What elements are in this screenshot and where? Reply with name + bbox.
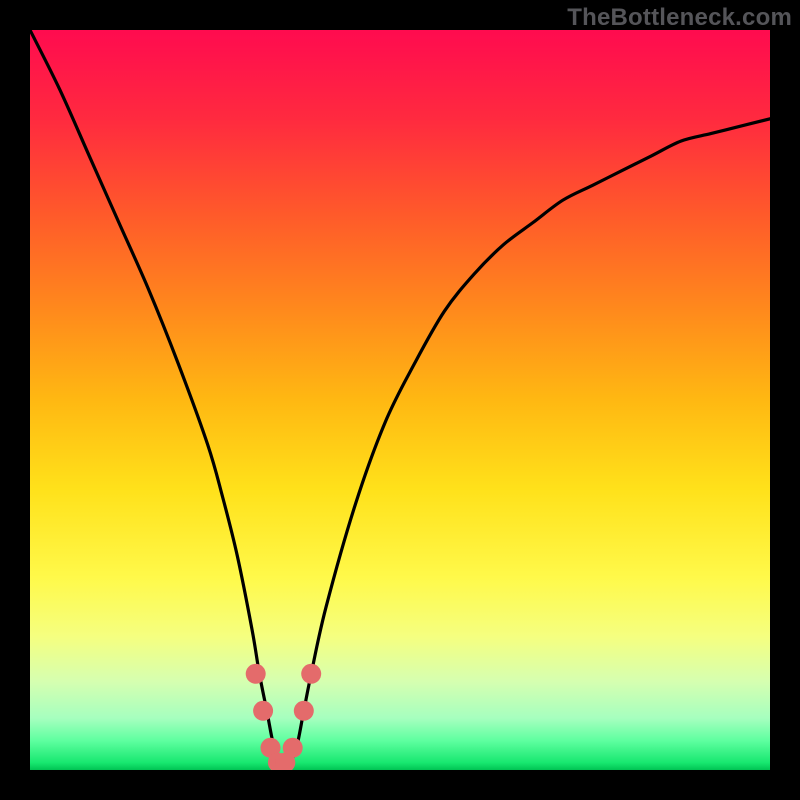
curve-marker: [301, 664, 321, 684]
curve-markers: [30, 30, 770, 770]
curve-marker: [294, 701, 314, 721]
watermark-text: TheBottleneck.com: [567, 4, 792, 32]
chart-frame: TheBottleneck.com: [0, 0, 800, 800]
curve-marker: [253, 701, 273, 721]
curve-marker: [283, 738, 303, 758]
curve-marker: [246, 664, 266, 684]
plot-area: [30, 30, 770, 770]
